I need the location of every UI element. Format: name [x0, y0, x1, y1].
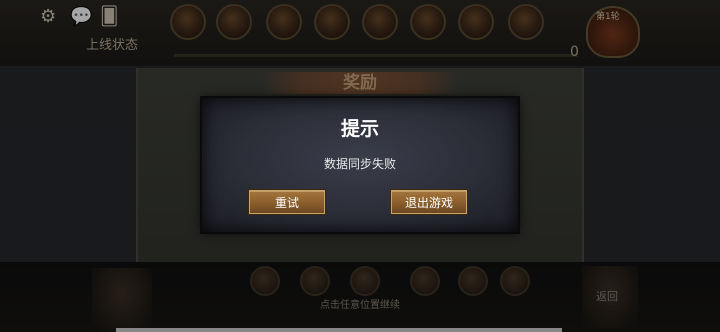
retry-button[interactable]: 重试: [249, 190, 325, 214]
sync-error-dialog: 提示 数据同步失败 重试 退出游戏: [202, 98, 518, 232]
game-screen: ⚙ 💬 🂠 上线状态 第1轮 0 奖励 点击任意位置继续 返回 提示 数据同步失…: [0, 0, 720, 332]
dialog-title: 提示: [340, 118, 379, 140]
dialog-message: 数据同步失败: [323, 157, 396, 171]
exit-game-button[interactable]: 退出游戏: [391, 190, 467, 214]
